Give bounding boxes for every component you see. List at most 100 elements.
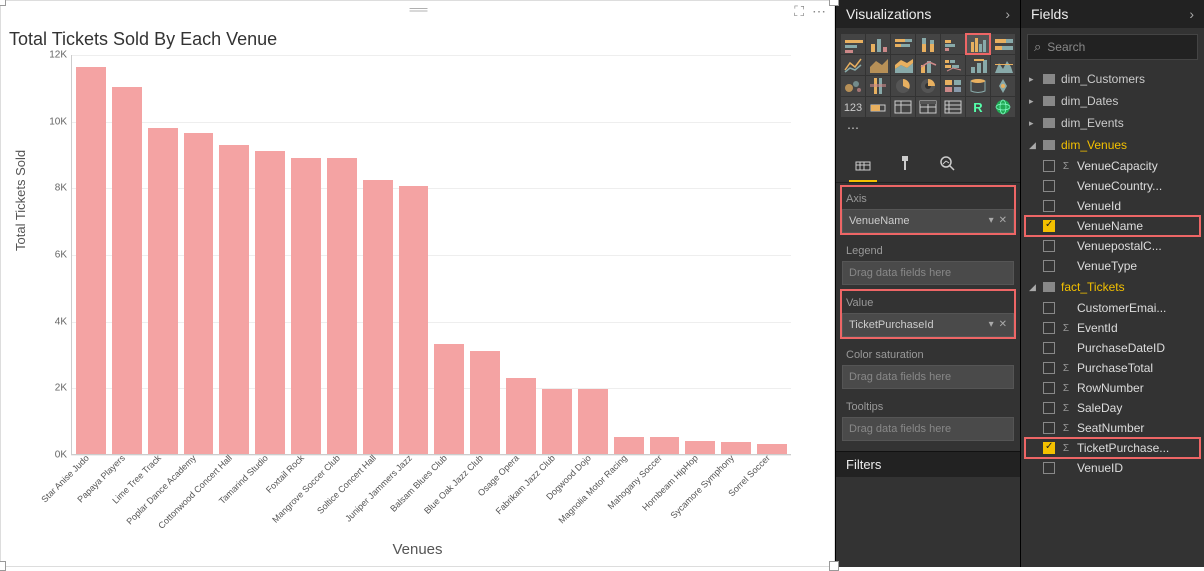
viz-type-11[interactable] (941, 55, 965, 75)
resize-handle-bl[interactable] (0, 561, 6, 571)
checkbox[interactable] (1043, 180, 1055, 192)
field-PurchaseTotal[interactable]: ΣPurchaseTotal (1025, 358, 1200, 378)
bar[interactable]: Lime Tree Track (148, 128, 178, 454)
field-VenueType[interactable]: VenueType (1025, 256, 1200, 276)
resize-handle-tr[interactable] (829, 0, 839, 6)
chevron-down-icon[interactable]: ▾ (989, 314, 994, 336)
bar[interactable]: Balsam Blues Club (434, 344, 464, 454)
viz-type-24[interactable] (916, 97, 940, 117)
viz-type-9[interactable] (891, 55, 915, 75)
axis-well[interactable]: Axis VenueName ▾✕ (842, 187, 1014, 233)
bar[interactable]: Hornbeam HipHop (685, 441, 715, 454)
viz-type-4[interactable] (941, 34, 965, 54)
tooltips-well[interactable]: Tooltips Drag data fields here (842, 395, 1014, 441)
field-VenueName[interactable]: VenueName (1025, 216, 1200, 236)
bar[interactable]: Mahogany Soccer (650, 437, 680, 454)
viz-type-23[interactable] (891, 97, 915, 117)
value-well[interactable]: Value TicketPurchaseId ▾✕ (842, 291, 1014, 337)
viz-type-5[interactable] (966, 34, 990, 54)
bar[interactable]: Sorrel Soccer (757, 444, 787, 454)
bar[interactable]: Cottonwood Concert Hall (219, 145, 249, 454)
viz-type-27[interactable] (991, 97, 1015, 117)
chevron-right-icon[interactable]: › (1189, 0, 1194, 28)
value-well-value[interactable]: TicketPurchaseId (849, 314, 934, 336)
legend-well[interactable]: Legend Drag data fields here (842, 239, 1014, 285)
table-dim_Venues[interactable]: ◢dim_Venues (1025, 134, 1200, 156)
bar[interactable]: Osage Opera (506, 378, 536, 454)
checkbox[interactable] (1043, 160, 1055, 172)
checkbox[interactable] (1043, 362, 1055, 374)
viz-type-2[interactable] (891, 34, 915, 54)
bar[interactable]: Mangrove Soccer Club (327, 158, 357, 454)
checkbox[interactable] (1043, 382, 1055, 394)
viz-type-3[interactable] (916, 34, 940, 54)
checkbox[interactable] (1043, 200, 1055, 212)
bar[interactable]: Star Anise Judo (76, 67, 106, 454)
bar[interactable]: Sycamore Symphony (721, 442, 751, 454)
viz-type-14[interactable] (841, 76, 865, 96)
field-VenuepostalC[interactable]: VenuepostalC... (1025, 236, 1200, 256)
field-VenueID[interactable]: VenueID (1025, 458, 1200, 478)
viz-type-18[interactable] (941, 76, 965, 96)
bar[interactable]: Magnolia Motor Racing (614, 437, 644, 454)
checkbox[interactable] (1043, 442, 1055, 454)
viz-type-16[interactable] (891, 76, 915, 96)
bar[interactable]: Dogwood Dojo (578, 389, 608, 454)
viz-type-7[interactable] (841, 55, 865, 75)
report-canvas[interactable]: ══ ⛶ ⋯ Total Tickets Sold By Each Venue … (0, 0, 835, 567)
remove-icon[interactable]: ✕ (999, 314, 1007, 336)
field-EventId[interactable]: ΣEventId (1025, 318, 1200, 338)
viz-type-15[interactable] (866, 76, 890, 96)
viz-more-icon[interactable]: ⋯ (841, 118, 865, 138)
analytics-tab[interactable] (936, 152, 958, 174)
focus-mode-icon[interactable]: ⛶ (794, 3, 804, 20)
resize-handle-br[interactable] (829, 561, 839, 571)
field-SeatNumber[interactable]: ΣSeatNumber (1025, 418, 1200, 438)
bar[interactable]: Papaya Players (112, 87, 142, 454)
checkbox[interactable] (1043, 402, 1055, 414)
table-dim_Dates[interactable]: ▸dim_Dates (1025, 90, 1200, 112)
viz-type-8[interactable] (866, 55, 890, 75)
viz-type-19[interactable] (966, 76, 990, 96)
viz-type-1[interactable] (866, 34, 890, 54)
table-dim_Customers[interactable]: ▸dim_Customers (1025, 68, 1200, 90)
bar[interactable]: Fabrikam Jazz Club (542, 389, 572, 454)
checkbox[interactable] (1043, 220, 1055, 232)
tooltips-well-placeholder[interactable]: Drag data fields here (842, 417, 1014, 441)
filters-header[interactable]: Filters (836, 451, 1020, 477)
resize-handle-tl[interactable] (0, 0, 6, 6)
viz-type-17[interactable] (916, 76, 940, 96)
viz-type-13[interactable] (991, 55, 1015, 75)
viz-type-22[interactable] (866, 97, 890, 117)
viz-type-6[interactable] (991, 34, 1015, 54)
bar[interactable]: Tamarind Studio (255, 151, 285, 454)
checkbox[interactable] (1043, 322, 1055, 334)
bar[interactable]: Foxtail Rock (291, 158, 321, 454)
field-PurchaseDateID[interactable]: PurchaseDateID (1025, 338, 1200, 358)
field-TicketPurchase[interactable]: ΣTicketPurchase... (1025, 438, 1200, 458)
bar[interactable]: Blue Oak Jazz Club (470, 351, 500, 454)
format-tab[interactable] (894, 152, 916, 174)
fields-search[interactable]: ⌕ Search (1027, 34, 1198, 60)
field-SaleDay[interactable]: ΣSaleDay (1025, 398, 1200, 418)
color-well-placeholder[interactable]: Drag data fields here (842, 365, 1014, 389)
table-dim_Events[interactable]: ▸dim_Events (1025, 112, 1200, 134)
field-RowNumber[interactable]: ΣRowNumber (1025, 378, 1200, 398)
bar[interactable]: Poplar Dance Academy (184, 133, 214, 454)
more-options-icon[interactable]: ⋯ (812, 3, 826, 20)
checkbox[interactable] (1043, 240, 1055, 252)
bar[interactable]: Juniper Jammers Jazz (399, 186, 429, 454)
drag-grip-icon[interactable]: ══ (410, 1, 426, 17)
color-saturation-well[interactable]: Color saturation Drag data fields here (842, 343, 1014, 389)
axis-well-value[interactable]: VenueName (849, 210, 910, 232)
checkbox[interactable] (1043, 422, 1055, 434)
checkbox[interactable] (1043, 302, 1055, 314)
viz-type-20[interactable] (991, 76, 1015, 96)
field-VenueCountry[interactable]: VenueCountry... (1025, 176, 1200, 196)
viz-type-0[interactable] (841, 34, 865, 54)
legend-well-placeholder[interactable]: Drag data fields here (842, 261, 1014, 285)
viz-type-12[interactable] (966, 55, 990, 75)
viz-type-21[interactable]: 123 (841, 97, 865, 117)
viz-type-26[interactable]: R (966, 97, 990, 117)
viz-type-10[interactable] (916, 55, 940, 75)
